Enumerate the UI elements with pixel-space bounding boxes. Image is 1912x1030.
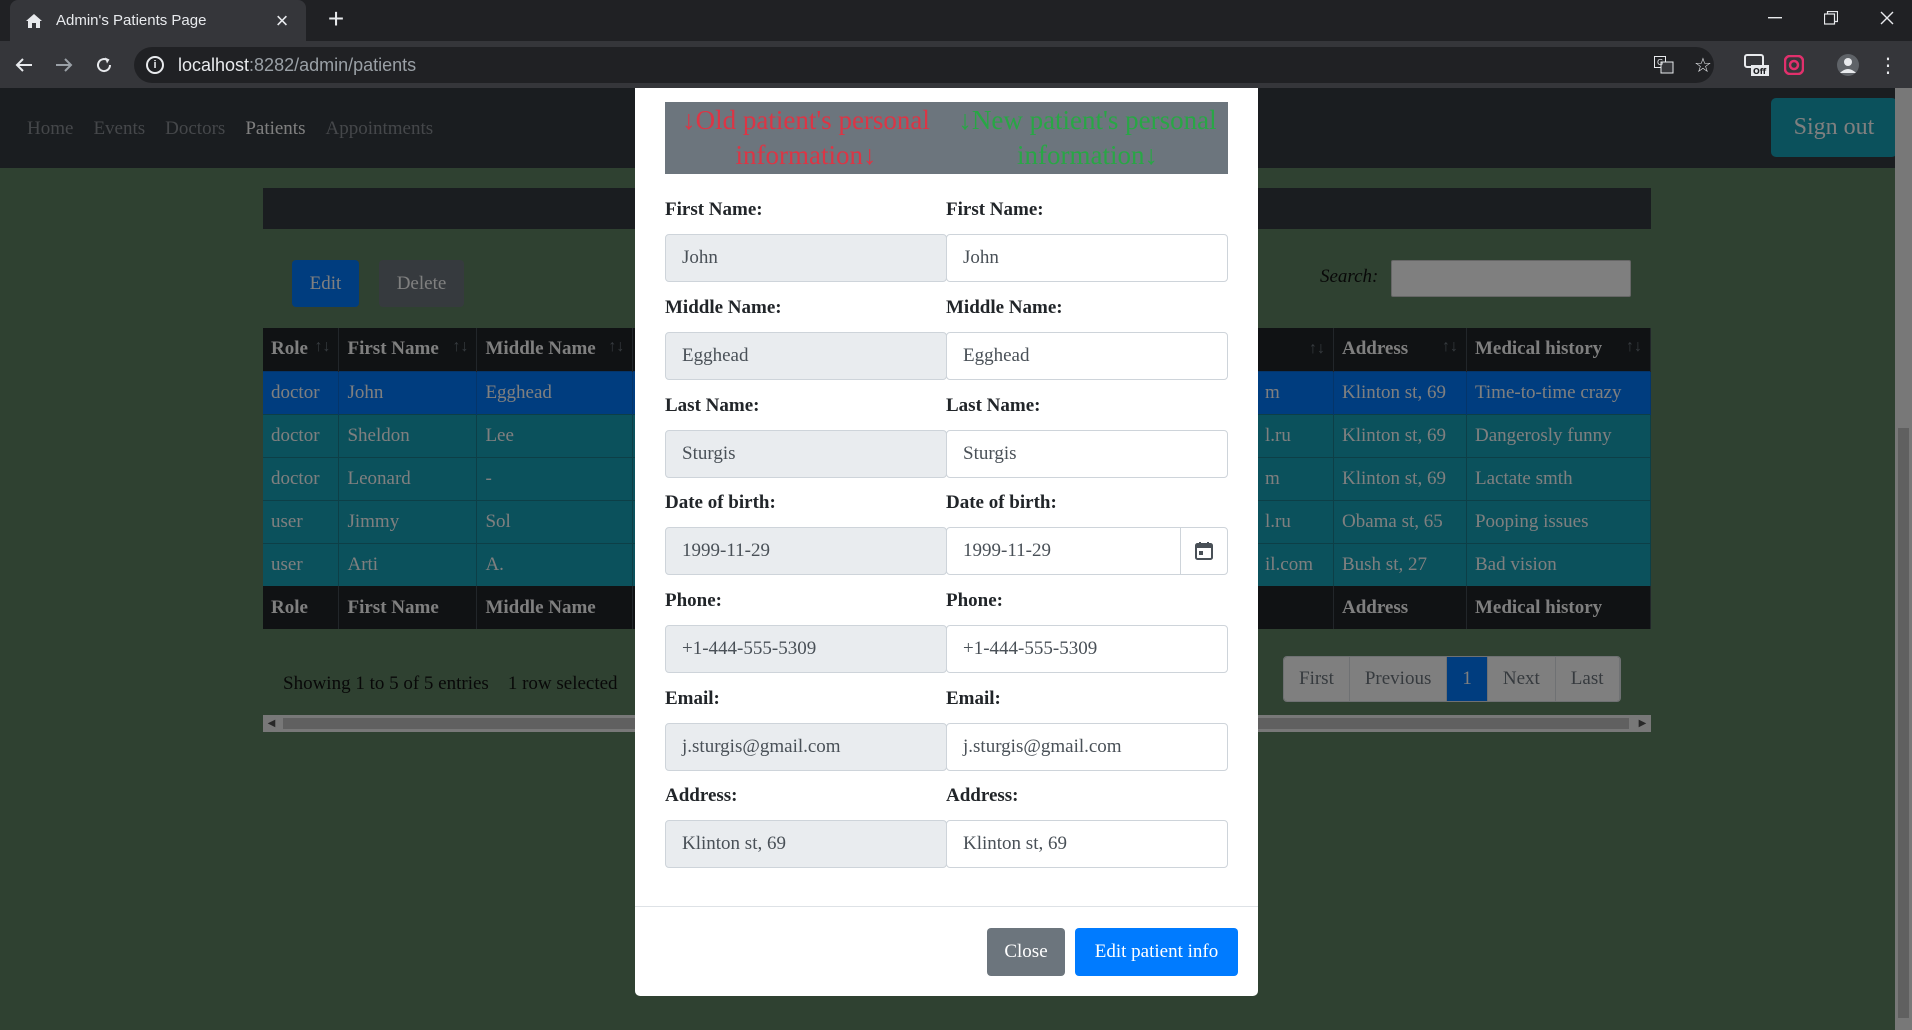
old-phone-label: Phone: — [665, 590, 722, 611]
new-phone-label: Phone: — [946, 590, 1003, 611]
legend-new-info: ↓New patient's personal information↓ — [958, 105, 1217, 170]
new-address-field[interactable]: Klinton st, 69 — [946, 820, 1228, 868]
new-dob-field[interactable]: 1999-11-29 — [946, 527, 1228, 575]
new-dob-value: 1999-11-29 — [963, 540, 1051, 561]
back-icon[interactable] — [8, 49, 40, 81]
old-middle-name-field: Egghead — [665, 332, 947, 380]
info-icon[interactable]: i — [146, 56, 164, 74]
browser-tab[interactable]: Admin's Patients Page × — [10, 0, 306, 41]
new-first-name-label: First Name: — [946, 199, 1044, 220]
close-tab-icon[interactable]: × — [272, 9, 292, 31]
old-last-name-field: Sturgis — [665, 430, 947, 478]
browser-toolbar: i localhost:8282/admin/patients G ☆ Off … — [0, 41, 1912, 88]
home-icon — [24, 11, 44, 31]
new-middle-name-label: Middle Name: — [946, 297, 1063, 318]
forward-icon[interactable] — [48, 49, 80, 81]
edit-patient-modal: ↓Old patient's personal information↓ ↓Ne… — [635, 88, 1258, 996]
restore-icon[interactable] — [1806, 0, 1856, 36]
old-email-label: Email: — [665, 688, 720, 709]
old-middle-name-label: Middle Name: — [665, 297, 782, 318]
new-email-field[interactable]: j.sturgis@gmail.com — [946, 723, 1228, 771]
old-address-field: Klinton st, 69 — [665, 820, 947, 868]
old-last-name-label: Last Name: — [665, 395, 760, 416]
old-email-field: j.sturgis@gmail.com — [665, 723, 947, 771]
address-bar[interactable]: i localhost:8282/admin/patients — [134, 47, 1714, 83]
instagram-icon[interactable] — [1780, 51, 1808, 79]
url-host: localhost — [178, 54, 250, 75]
reload-icon[interactable] — [88, 49, 120, 81]
new-address-label: Address: — [946, 785, 1019, 806]
bookmark-star-icon[interactable]: ☆ — [1689, 51, 1717, 79]
close-button[interactable]: Close — [987, 928, 1065, 976]
new-dob-label: Date of birth: — [946, 492, 1057, 513]
legend-old-info: ↓Old patient's personal information↓ — [682, 105, 930, 170]
new-first-name-field[interactable]: John — [946, 234, 1228, 282]
old-dob-label: Date of birth: — [665, 492, 776, 513]
new-phone-field[interactable]: +1-444-555-5309 — [946, 625, 1228, 673]
new-email-label: Email: — [946, 688, 1001, 709]
close-window-icon[interactable] — [1862, 0, 1912, 36]
old-first-name-field: John — [665, 234, 947, 282]
translate-icon[interactable]: G — [1650, 51, 1678, 79]
edit-patient-info-button[interactable]: Edit patient info — [1075, 928, 1238, 976]
menu-kebab-icon[interactable]: ⋮ — [1874, 51, 1902, 79]
tab-title: Admin's Patients Page — [56, 12, 207, 29]
svg-text:Off: Off — [1753, 67, 1767, 76]
profile-avatar-icon[interactable] — [1834, 51, 1862, 79]
new-tab-button[interactable]: + — [322, 5, 350, 34]
old-phone-field: +1-444-555-5309 — [665, 625, 947, 673]
page: Home Events Doctors Patients Appointment… — [0, 88, 1912, 1030]
browser-tab-strip: Admin's Patients Page × + — [0, 0, 1912, 41]
svg-text:G: G — [1657, 58, 1663, 67]
comparison-legend: ↓Old patient's personal information↓ ↓Ne… — [665, 102, 1228, 174]
old-address-label: Address: — [665, 785, 738, 806]
calendar-icon[interactable] — [1180, 528, 1227, 574]
new-middle-name-field[interactable]: Egghead — [946, 332, 1228, 380]
old-dob-field: 1999-11-29 — [665, 527, 947, 575]
old-first-name-label: First Name: — [665, 199, 763, 220]
modal-footer-divider — [635, 906, 1258, 907]
extension-off-icon[interactable]: Off — [1742, 51, 1770, 79]
new-last-name-field[interactable]: Sturgis — [946, 430, 1228, 478]
minimize-icon[interactable] — [1750, 0, 1800, 36]
url-path: :8282/admin/patients — [249, 54, 417, 75]
new-last-name-label: Last Name: — [946, 395, 1041, 416]
